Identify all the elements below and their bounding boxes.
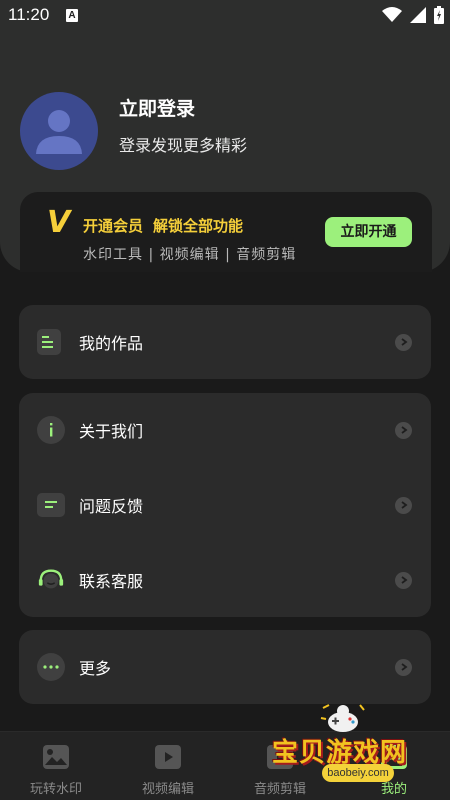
chevron-right-icon bbox=[395, 496, 412, 514]
menu-item-service[interactable]: 联系客服 bbox=[19, 550, 431, 610]
signal-icon bbox=[410, 7, 426, 23]
document-list-icon bbox=[37, 329, 61, 355]
site-watermark: 宝贝游戏网 baobeiy.com bbox=[272, 700, 422, 790]
login-subtitle: 登录发现更多精彩 bbox=[119, 136, 248, 155]
more-card: 更多 bbox=[19, 630, 431, 704]
vip-card[interactable]: V 开通会员 解锁全部功能 水印工具 | 视频编辑 | 音频剪辑 立即开通 bbox=[20, 192, 432, 272]
tab-watermark-label: 玩转水印 bbox=[29, 782, 82, 797]
menu-item-more-label: 更多 bbox=[79, 659, 112, 678]
menu-item-more[interactable]: 更多 bbox=[19, 637, 431, 697]
chat-icon bbox=[37, 493, 65, 517]
info-icon bbox=[37, 416, 65, 444]
tab-watermark[interactable]: 玩转水印 bbox=[0, 732, 112, 800]
more-dots-icon bbox=[37, 653, 65, 681]
menu-item-feedback[interactable]: 问题反馈 bbox=[19, 475, 431, 535]
vip-features: 水印工具 | 视频编辑 | 音频剪辑 bbox=[83, 247, 297, 263]
vip-logo-icon: V bbox=[47, 205, 71, 240]
chevron-right-icon bbox=[395, 571, 412, 589]
login-title[interactable]: 立即登录 bbox=[119, 94, 195, 121]
headset-icon bbox=[37, 566, 65, 594]
vip-title-unlock: 解锁全部功能 bbox=[153, 217, 244, 235]
status-icons bbox=[382, 6, 444, 24]
notification-badge: A bbox=[66, 9, 78, 22]
tab-video-edit[interactable]: 视频编辑 bbox=[112, 732, 224, 800]
game-controller-icon bbox=[320, 704, 365, 732]
menu-item-feedback-label: 问题反馈 bbox=[79, 497, 144, 516]
menu-item-about-label: 关于我们 bbox=[79, 422, 144, 441]
status-bar: 11:20 A bbox=[0, 0, 450, 32]
tab-video-edit-label: 视频编辑 bbox=[141, 782, 194, 797]
vip-title-open: 开通会员 bbox=[83, 217, 144, 235]
user-icon bbox=[36, 110, 82, 154]
wifi-icon bbox=[382, 7, 402, 22]
status-time: 11:20 bbox=[8, 5, 50, 24]
image-watermark-icon bbox=[43, 745, 69, 769]
battery-icon bbox=[434, 6, 444, 24]
open-vip-button[interactable]: 立即开通 bbox=[325, 217, 412, 247]
menu-item-works-label: 我的作品 bbox=[79, 334, 144, 353]
chevron-right-icon bbox=[395, 421, 412, 439]
video-play-icon bbox=[155, 745, 181, 769]
menu-item-about[interactable]: 关于我们 bbox=[19, 400, 431, 460]
menu-item-service-label: 联系客服 bbox=[79, 572, 144, 591]
chevron-right-icon bbox=[395, 658, 412, 676]
watermark-url: baobeiy.com bbox=[322, 764, 394, 782]
chevron-right-icon bbox=[395, 333, 412, 351]
vip-title: 开通会员 解锁全部功能 bbox=[83, 215, 253, 236]
info-card: 关于我们 问题反馈 联系客服 bbox=[19, 393, 431, 617]
works-card: 我的作品 bbox=[19, 305, 431, 379]
avatar[interactable] bbox=[20, 92, 98, 170]
menu-item-works[interactable]: 我的作品 bbox=[19, 312, 431, 372]
